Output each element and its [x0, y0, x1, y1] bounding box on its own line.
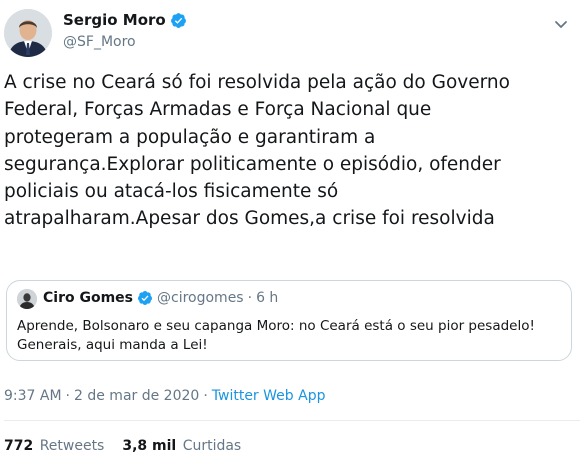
quoted-tweet-card[interactable]: Ciro Gomes @cirogomes · 6 h Aprende, Bol…	[6, 280, 572, 361]
verified-badge-icon	[170, 12, 186, 28]
likes-label: Curtidas	[182, 438, 242, 454]
verified-badge-icon	[137, 291, 152, 305]
retweets-label: Retweets	[39, 438, 105, 454]
author-avatar[interactable]	[4, 9, 52, 57]
person-avatar-icon	[4, 9, 52, 57]
retweets-stat[interactable]: 772 Retweets	[4, 438, 104, 454]
retweets-count: 772	[4, 438, 34, 454]
meta-separator: ·	[203, 388, 208, 404]
divider	[4, 420, 580, 421]
tweet-text: A crise no Ceará só foi resolvida pela a…	[4, 72, 510, 230]
quoted-author-name[interactable]: Ciro Gomes	[43, 290, 133, 306]
quoted-tweet-header: Ciro Gomes @cirogomes · 6 h	[43, 290, 278, 306]
more-options-caret[interactable]	[551, 14, 571, 34]
person-avatar-icon	[17, 289, 37, 309]
author-handle[interactable]: @SF_Moro	[63, 34, 136, 50]
author-name-text[interactable]: Sergio Moro	[63, 11, 166, 29]
tweet-date[interactable]: 2 de mar de 2020	[74, 388, 199, 404]
chevron-down-icon	[555, 21, 567, 28]
tweet-source-link[interactable]: Twitter Web App	[212, 388, 326, 404]
tweet-time[interactable]: 9:37 AM	[4, 388, 62, 404]
quoted-tweet-text: Aprende, Bolsonaro e seu capanga Moro: n…	[17, 318, 535, 353]
meta-separator: ·	[65, 388, 70, 404]
tweet-metadata: 9:37 AM · 2 de mar de 2020 · Twitter Web…	[4, 388, 325, 404]
quoted-separator: ·	[247, 290, 253, 306]
likes-stat[interactable]: 3,8 mil Curtidas	[122, 438, 241, 454]
quoted-author-avatar[interactable]	[17, 289, 37, 309]
author-name[interactable]: Sergio Moro	[63, 11, 187, 29]
quoted-time[interactable]: 6 h	[256, 290, 278, 306]
likes-count: 3,8 mil	[122, 438, 177, 454]
quoted-author-handle[interactable]: @cirogomes	[157, 290, 244, 306]
tweet-stats: 772 Retweets 3,8 mil Curtidas	[4, 438, 241, 454]
